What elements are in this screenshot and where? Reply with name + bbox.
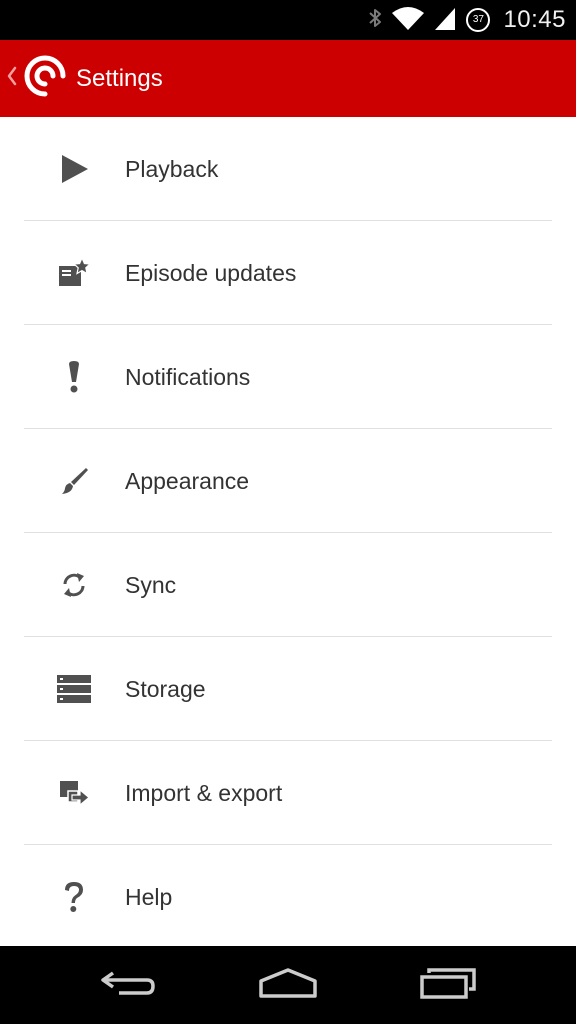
paintbrush-icon <box>56 463 92 499</box>
settings-item-import-export[interactable]: Import & export <box>0 741 576 845</box>
status-time: 10:45 <box>503 6 566 33</box>
app-logo-icon <box>24 55 66 102</box>
nav-home-button[interactable] <box>233 946 343 1024</box>
settings-list: Playback Episode updates Notifications A… <box>0 117 576 949</box>
settings-item-help[interactable]: Help <box>0 845 576 949</box>
settings-item-label: Help <box>125 883 173 910</box>
recents-icon <box>419 967 477 1004</box>
help-icon <box>56 879 92 915</box>
settings-item-storage[interactable]: Storage <box>0 637 576 741</box>
status-icons: 37 10:45 <box>367 0 566 40</box>
sync-icon <box>56 567 92 603</box>
nav-back-button[interactable] <box>73 946 183 1024</box>
page-title: Settings <box>76 64 163 92</box>
back-icon <box>99 968 157 1003</box>
wifi-icon <box>391 5 425 36</box>
back-chevron-icon <box>6 65 18 92</box>
home-icon <box>258 967 318 1004</box>
settings-item-label: Storage <box>125 675 206 702</box>
exclamation-icon <box>56 359 92 395</box>
status-bar: 37 10:45 <box>0 0 576 40</box>
episode-updates-icon <box>56 255 92 291</box>
play-icon <box>56 151 92 187</box>
settings-item-label: Episode updates <box>125 259 297 286</box>
settings-item-playback[interactable]: Playback <box>0 117 576 221</box>
storage-icon <box>56 671 92 707</box>
bluetooth-icon <box>367 6 383 35</box>
settings-item-sync[interactable]: Sync <box>0 533 576 637</box>
settings-item-appearance[interactable]: Appearance <box>0 429 576 533</box>
up-button[interactable] <box>0 40 76 117</box>
battery-icon: 37 <box>465 7 491 33</box>
battery-level: 37 <box>472 14 484 25</box>
settings-item-notifications[interactable]: Notifications <box>0 325 576 429</box>
signal-icon <box>433 5 457 36</box>
settings-item-episode-updates[interactable]: Episode updates <box>0 221 576 325</box>
settings-item-label: Notifications <box>125 363 251 390</box>
settings-item-label: Playback <box>125 155 219 182</box>
settings-item-label: Appearance <box>125 467 250 494</box>
settings-item-label: Sync <box>125 571 177 598</box>
import-export-icon <box>56 775 92 811</box>
action-bar: Settings <box>0 40 576 117</box>
nav-recents-button[interactable] <box>393 946 503 1024</box>
settings-item-label: Import & export <box>125 779 283 806</box>
navigation-bar <box>0 946 576 1024</box>
